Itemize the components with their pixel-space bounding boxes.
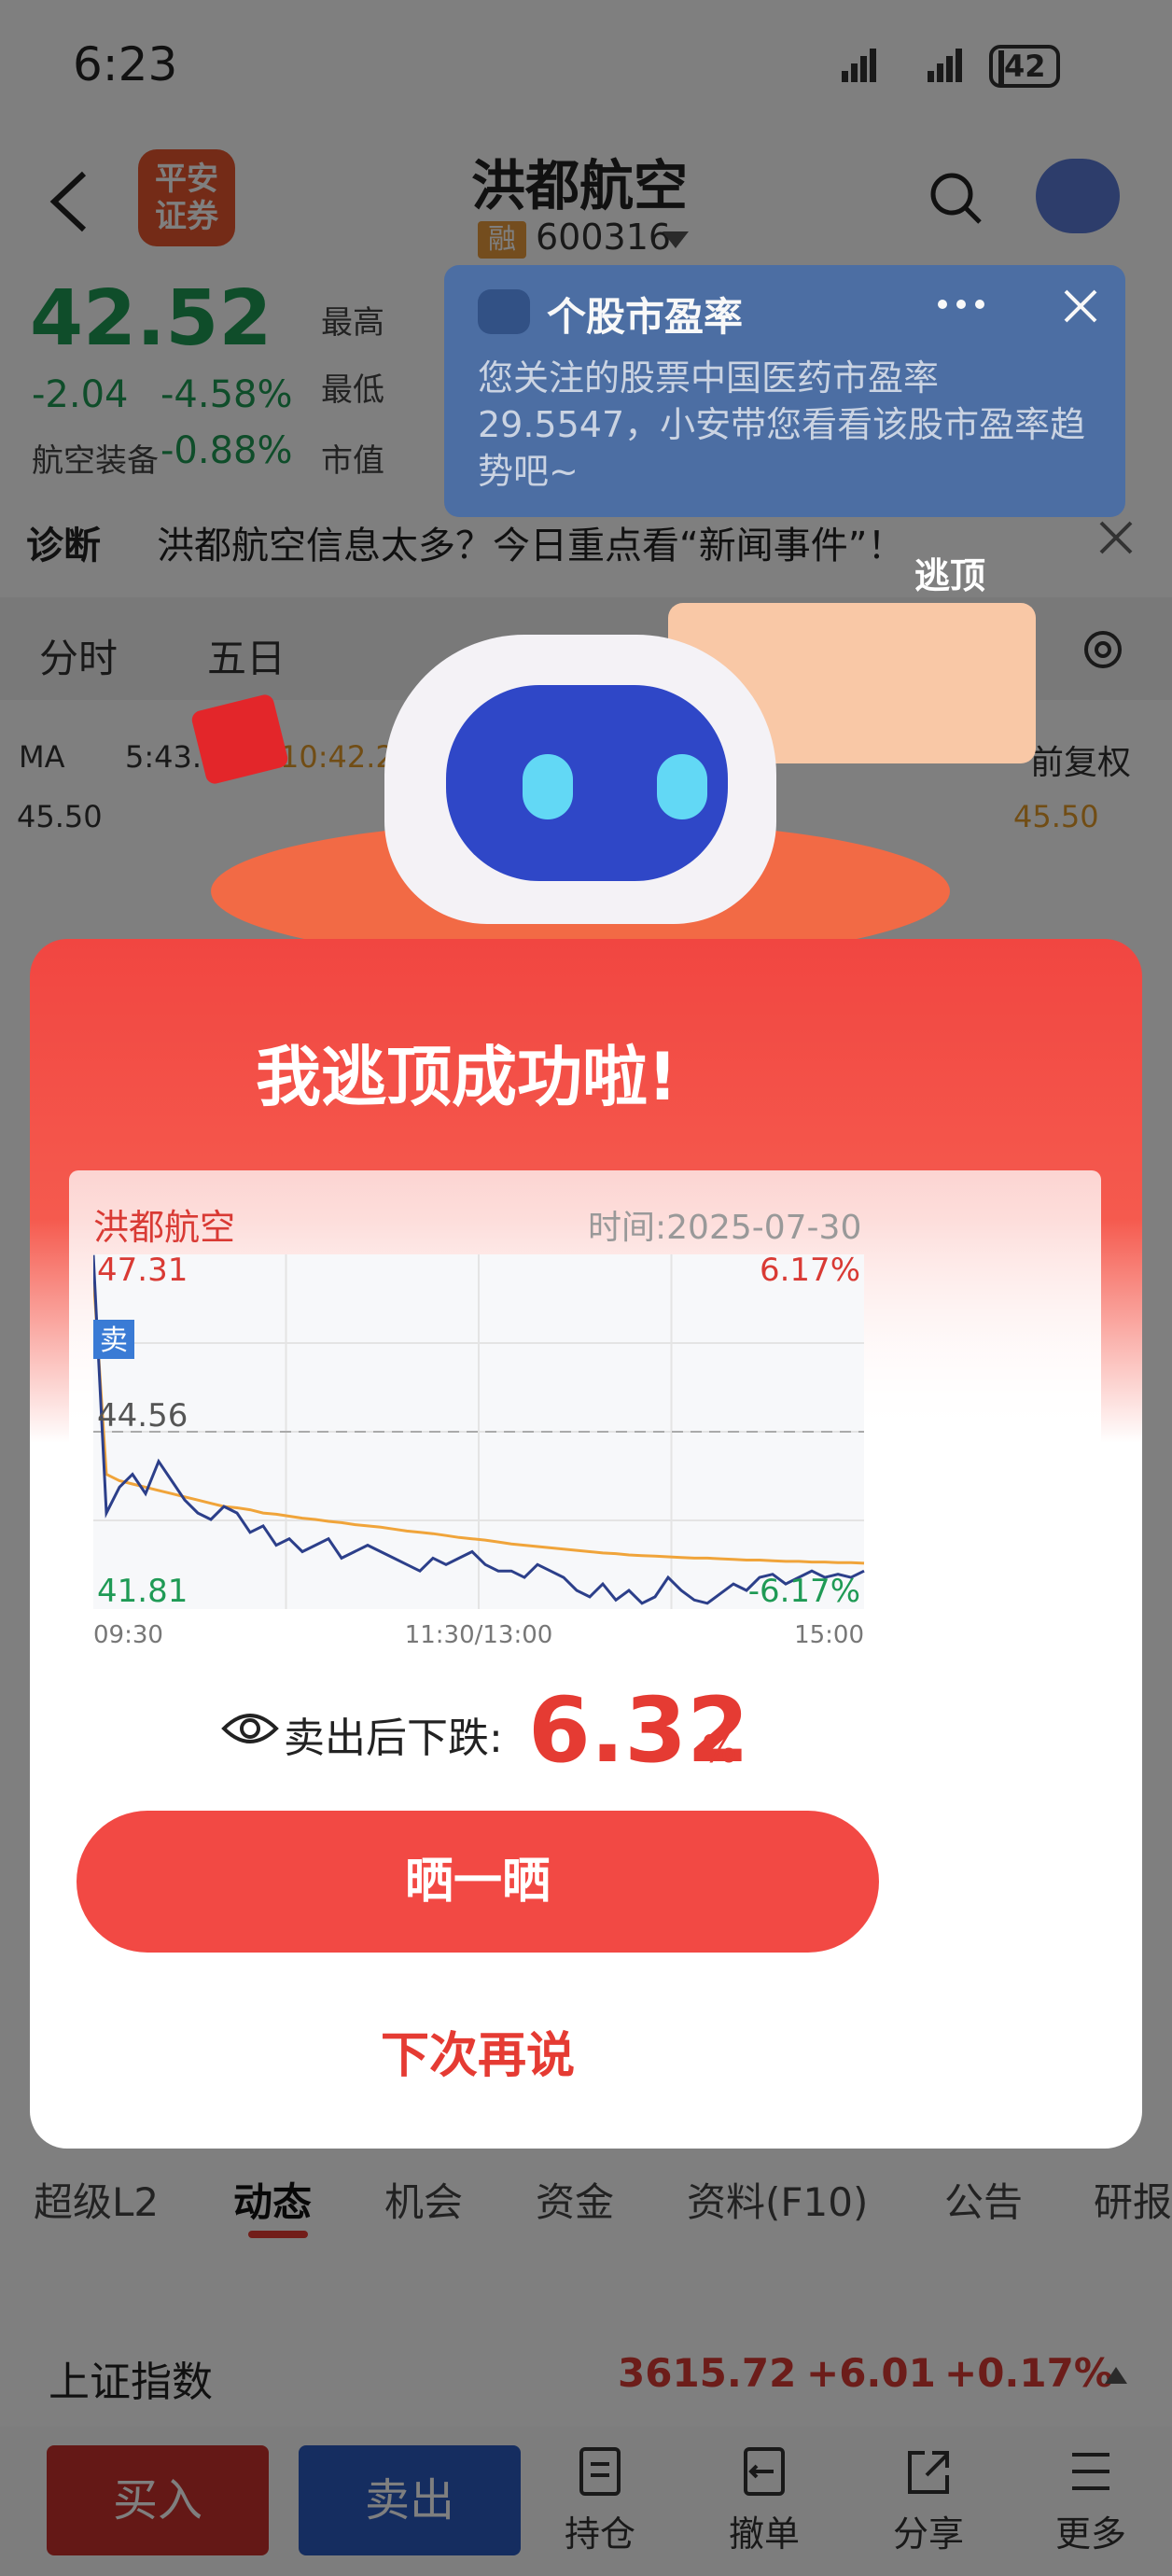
- robot-eye-left: [523, 754, 573, 819]
- tooltip-close-icon[interactable]: [1062, 287, 1099, 325]
- card-stock-name: 洪都航空: [93, 1207, 236, 1248]
- drop-unit: %: [702, 1729, 738, 1771]
- intraday-chart: 47.31 6.17% 44.56 41.81 -6.17% 卖 09:30 11:30/13…: [93, 1254, 865, 1646]
- result-card: 洪都航空 时间:2025-07-30 47.31 6.17% 44.56 41.81 -…: [69, 1170, 1101, 1665]
- y-min-label: 41.81: [97, 1573, 188, 1610]
- screen: 6:23 42 平安证券 洪都航空 融 600316 42.52 -2.04 -…: [0, 0, 1172, 2576]
- tooltip-title: 个股市盈率: [547, 294, 744, 340]
- pct-max-label: 6.17%: [760, 1254, 860, 1289]
- more-dots-icon[interactable]: [937, 299, 985, 310]
- modal-title: 我逃顶成功啦!: [256, 1039, 677, 1115]
- drop-label: 卖出后下跌:: [284, 1715, 503, 1762]
- eye-icon: [221, 1714, 279, 1743]
- promo-tag: 逃顶: [914, 555, 986, 596]
- share-button[interactable]: 晒一晒: [77, 1811, 879, 1953]
- card-time: 时间:2025-07-30: [588, 1209, 862, 1247]
- y-max-label: 47.31: [97, 1254, 188, 1289]
- robot-eye-right: [657, 754, 707, 819]
- sell-marker-label: 卖: [100, 1324, 128, 1357]
- x-label-mid: 11:30/13:00: [405, 1621, 553, 1646]
- pe-tooltip[interactable]: 个股市盈率 您关注的股票中国医药市盈率29.5547，小安带您看看该股市盈率趋势…: [444, 265, 1125, 517]
- robot-icon: [478, 289, 530, 334]
- tooltip-body: 您关注的股票中国医药市盈率29.5547，小安带您看看该股市盈率趋势吧~: [478, 357, 1086, 492]
- later-button[interactable]: 下次再说: [77, 2016, 879, 2086]
- x-label-open: 09:30: [93, 1621, 163, 1646]
- y-ref-label: 44.56: [97, 1397, 188, 1435]
- pct-min-label: -6.17%: [748, 1573, 860, 1610]
- x-label-close: 15:00: [794, 1621, 864, 1646]
